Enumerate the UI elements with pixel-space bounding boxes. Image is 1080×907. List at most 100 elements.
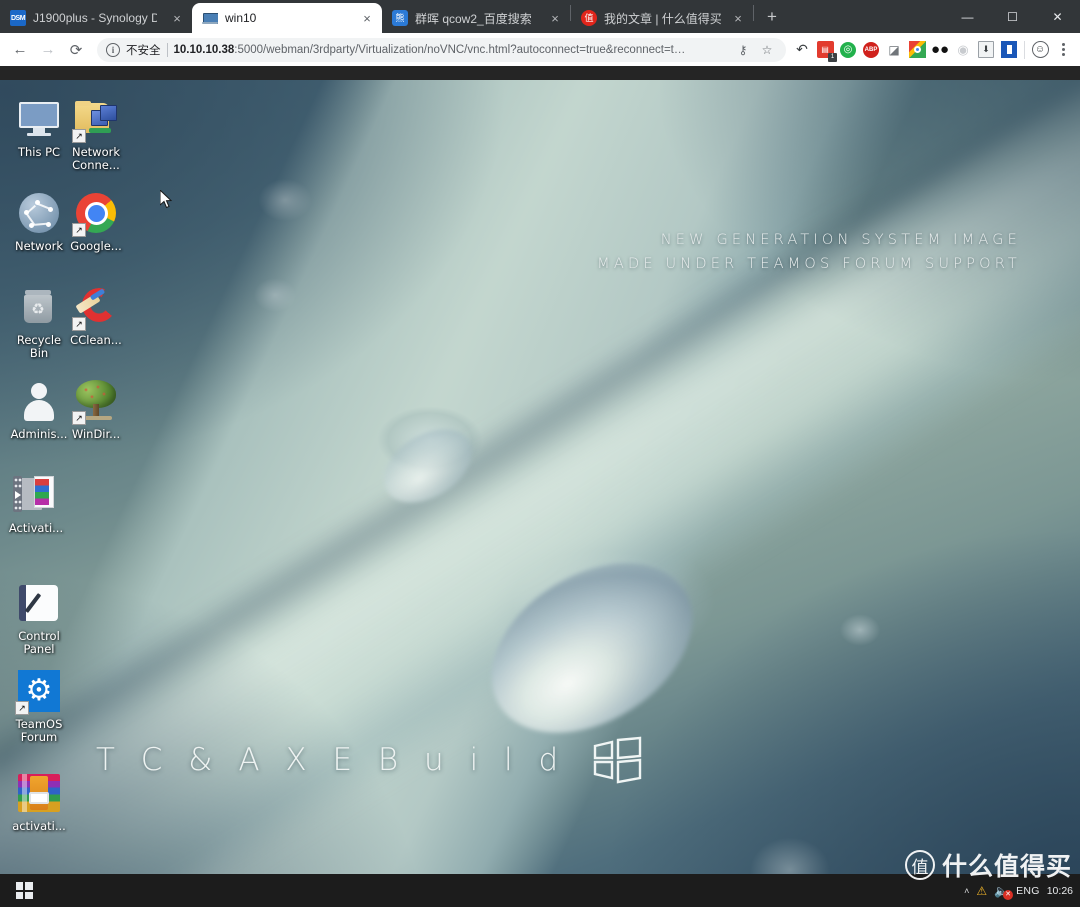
smzdm-icon: 值 [581,10,597,26]
new-tab-button[interactable]: + [758,3,786,31]
mouse-cursor [160,190,173,209]
desktop-icon-label: Activati... [8,521,64,535]
shortcut-arrow-icon: ↗ [72,129,86,143]
tray-expand-chevron-icon[interactable]: ˄ [964,886,969,896]
google-chrome-icon: ↗ [72,190,119,237]
browser-window: DSM J1900plus - Synology DiskStat × win1… [0,0,1080,907]
chrome-colored-icon[interactable] [906,39,928,61]
control-panel-pen-icon [16,580,62,626]
desktop-icon-label: This PC [17,145,61,159]
desktop-icon-label: Google... [70,239,122,253]
extension-badge-count: 1 [828,52,837,62]
window-controls: — ☐ ✕ [945,0,1080,33]
tab-close-button[interactable]: × [168,9,186,27]
browser-tab-0[interactable]: DSM J1900plus - Synology DiskStat × [0,3,192,33]
minimize-button[interactable]: — [945,1,990,33]
black-mask-icon[interactable]: ●● [929,39,951,61]
desktop-icon-activation-archive[interactable]: activati... [6,770,72,833]
red-note-icon[interactable]: ▤ 1 [814,39,837,62]
desktop-icon-control-panel[interactable]: Control Panel [6,580,72,656]
address-bar[interactable]: i 不安全 10.10.10.38:5000/webman/3rdparty/V… [97,37,786,62]
bookmark-star-icon[interactable]: ☆ [758,41,776,59]
url-path: :5000/webman/3rdparty/Virtualization/noV… [234,43,686,56]
maximize-button[interactable]: ☐ [990,1,1035,33]
tab-close-button[interactable]: × [546,9,564,27]
desktop-icon-label: Network [14,239,64,253]
desktop-icon-network-connections[interactable]: ↗ Network Conne... [63,96,129,172]
desktop-icon-label: WinDir... [71,427,121,441]
desktop-icon-label: TeamOS Forum [15,717,63,744]
extension-toolbar: ↶ ▤ 1 ◎ ABP ◪ ●● ◉ ⬇ ☺ [791,38,1074,62]
tab-title: win10 [225,11,257,25]
desktop-icon-label: Adminis... [10,427,68,441]
desktop-icon-activation-media[interactable]: Activati... [0,472,72,535]
shortcut-arrow-icon: ↗ [72,223,86,237]
tab-title: J1900plus - Synology DiskStat [33,11,157,25]
url-text: 10.10.10.38:5000/webman/3rdparty/Virtual… [174,44,729,56]
windows-taskbar: ˄ ⚠ 🔈 ✕ ENG 10:26 [0,874,1080,907]
desktop-icon-ccleaner[interactable]: ↗ CClean... [63,284,129,347]
tray-volume-icon[interactable]: 🔈 ✕ [994,884,1014,900]
wallpaper-caption: NEW GENERATION SYSTEM IMAGE MADE UNDER T… [597,228,1021,276]
dsm-icon: DSM [10,10,26,26]
grey-globe-icon[interactable]: ◉ [952,39,974,61]
user-account-icon [16,378,62,424]
profile-avatar-icon[interactable]: ☺ [1029,39,1051,61]
adblock-plus-icon[interactable]: ABP [860,39,882,61]
close-window-button[interactable]: ✕ [1035,1,1080,33]
key-icon[interactable]: ⚷ [734,41,752,59]
tray-clock[interactable]: 10:26 [1047,885,1073,897]
windirstat-tree-icon: ↗ [72,378,119,425]
info-circle-icon[interactable]: i [106,42,120,57]
wallpaper-caption-line1: NEW GENERATION SYSTEM IMAGE [660,232,1021,248]
wallpaper-caption-line2: MADE UNDER TEAMOS FORUM SUPPORT [597,256,1021,272]
download-box-icon[interactable]: ⬇ [975,39,997,61]
back-button[interactable]: ← [6,36,34,64]
tab-divider [753,5,754,21]
network-connections-icon: ↗ [72,96,119,143]
desktop-icon-windirstat[interactable]: ↗ WinDir... [63,378,129,441]
reload-button[interactable]: ⟳ [62,36,90,64]
start-button[interactable] [0,874,48,907]
tab-close-button[interactable]: × [358,9,376,27]
desktop-icon-label: Recycle Bin [16,333,62,360]
shortcut-arrow-icon: ↗ [72,411,86,425]
this-pc-icon [16,96,62,142]
teamos-gear-icon: ⚙ ↗ [15,668,62,715]
tray-language-indicator[interactable]: ENG [1016,885,1040,897]
url-host: 10.10.10.38 [173,43,235,56]
browser-toolbar: ← → ⟳ i 不安全 10.10.10.38:5000/webman/3rdp… [0,33,1080,66]
teamos-logo-icon [593,736,642,784]
forward-button[interactable]: → [34,36,62,64]
desktop-icon-label: Network Conne... [71,145,121,172]
computer-icon [202,10,218,26]
omnibox-divider [166,42,168,57]
desktop-icon-teamos-forum[interactable]: ⚙ ↗ TeamOS Forum [6,668,72,744]
tab-close-button[interactable]: × [729,9,747,27]
desktop-icon-label: Control Panel [18,629,60,656]
shortcut-arrow-icon: ↗ [72,317,86,331]
ccleaner-icon: ↗ [72,284,119,331]
tray-warning-icon[interactable]: ⚠ [976,884,987,898]
undo-arrow-icon[interactable]: ↶ [791,39,813,61]
browser-tab-2[interactable]: 群晖 qcow2_百度搜索 × [382,3,570,33]
cursor-measure-icon[interactable]: ◪ [883,39,905,61]
bookmark-flag-icon[interactable] [998,39,1020,61]
browser-tab-3[interactable]: 值 我的文章 | 什么值得买 × [571,3,753,33]
desktop-icon-google-chrome[interactable]: ↗ Google... [63,190,129,253]
security-status-label: 不安全 [126,44,161,57]
tab-title: 群晖 qcow2_百度搜索 [415,11,532,26]
green-globe-icon[interactable]: ◎ [837,39,859,61]
novnc-remote-desktop[interactable]: NEW GENERATION SYSTEM IMAGE MADE UNDER T… [0,80,1080,907]
tab-title: 我的文章 | 什么值得买 [604,11,722,26]
winrar-archive-icon [16,770,62,816]
wallpaper-brand: T C & A X E B u i l d [96,736,644,784]
browser-tab-1[interactable]: win10 × [192,3,382,33]
shortcut-arrow-icon: ↗ [15,701,29,715]
desktop-icon-label: activati... [12,819,66,833]
windows-logo-icon [15,882,33,899]
network-icon [16,190,62,236]
system-tray: ˄ ⚠ 🔈 ✕ ENG 10:26 [964,874,1080,907]
chrome-menu-button[interactable] [1052,38,1074,62]
recycle-bin-icon: ♻ [16,284,62,330]
